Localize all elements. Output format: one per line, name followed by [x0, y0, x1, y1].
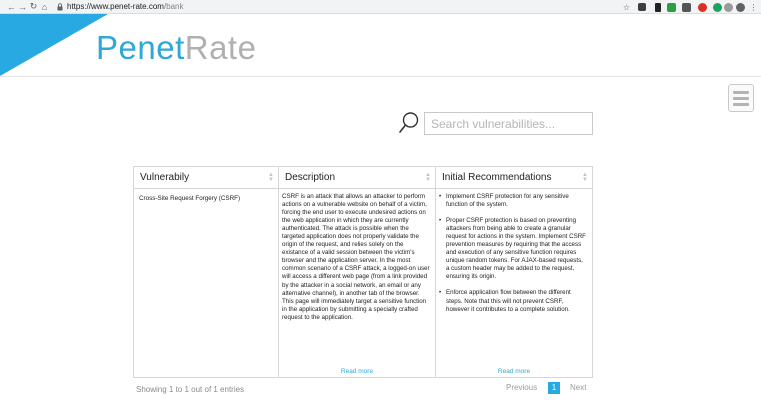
recommendation-item: Enforce application flow between the dif… — [439, 289, 588, 313]
table-header: Vulnerabily ▲ ▼ Description ▲ ▼ Initial Re… — [134, 167, 592, 189]
menu-bar — [733, 102, 749, 106]
vulnerability-cell: Cross-Site Request Forgery (CSRF) — [134, 189, 279, 377]
recommendations-cell: Implement CSRF protection for any sensit… — [436, 189, 592, 377]
logo-part-rate: Rate — [184, 29, 257, 66]
sort-icon: ▲ ▼ — [425, 172, 431, 183]
sort-icon: ▲ ▼ — [582, 172, 588, 183]
extension-icon[interactable] — [666, 1, 677, 13]
table-row: Cross-Site Request Forgery (CSRF) CSRF i… — [134, 189, 592, 377]
menu-bar — [733, 90, 749, 94]
sort-icon: ▲ ▼ — [268, 172, 274, 183]
column-header-label: Initial Recommendations — [442, 172, 552, 183]
table-info: Showing 1 to 1 out of 1 entries — [136, 385, 245, 394]
search-input[interactable] — [424, 112, 593, 135]
extension-icon[interactable] — [652, 1, 663, 13]
extension-icon[interactable] — [636, 1, 647, 13]
star-icon[interactable]: ☆ — [621, 1, 632, 13]
search-icon[interactable] — [398, 111, 420, 135]
back-icon[interactable]: ← — [6, 1, 17, 13]
extension-icon[interactable] — [697, 1, 708, 13]
extension-icon[interactable] — [681, 1, 692, 13]
column-header-vulnerability[interactable]: Vulnerabily ▲ ▼ — [134, 167, 279, 188]
address-bar[interactable]: https://www.penet-rate.com/bank — [67, 2, 184, 11]
extension-icon[interactable] — [723, 1, 734, 13]
read-more-link[interactable]: Read more — [436, 368, 592, 375]
pagination-page-current[interactable]: 1 — [548, 382, 560, 394]
header-divider — [0, 76, 761, 77]
recommendations-list: Implement CSRF protection for any sensit… — [436, 189, 592, 314]
extension-icon[interactable] — [712, 1, 723, 13]
column-header-label: Description — [285, 172, 336, 183]
brand-corner-triangle — [0, 14, 108, 76]
description-text: CSRF is an attack that allows an attacke… — [282, 193, 430, 321]
column-header-recommendations[interactable]: Initial Recommendations ▲ ▼ — [436, 167, 592, 188]
recommendation-item: Proper CSRF protection is based on preve… — [439, 217, 588, 281]
recommendation-item: Implement CSRF protection for any sensit… — [439, 193, 588, 209]
column-header-description[interactable]: Description ▲ ▼ — [279, 167, 436, 188]
reload-icon[interactable]: ↻ — [28, 1, 39, 13]
profile-icon[interactable] — [735, 1, 746, 13]
forward-icon[interactable]: → — [17, 1, 28, 13]
url-host: https://www.penet-rate.com — [67, 2, 164, 11]
more-icon[interactable]: ⋮ — [748, 1, 759, 13]
vulnerability-name: Cross-Site Request Forgery (CSRF) — [139, 195, 241, 202]
pagination-previous[interactable]: Previous — [506, 383, 537, 392]
browser-toolbar: ← → ↻ ⌂ https://www.penet-rate.com/bank … — [0, 0, 761, 14]
menu-bar — [733, 96, 749, 100]
url-path: /bank — [163, 2, 184, 11]
home-icon[interactable]: ⌂ — [39, 1, 50, 13]
pagination-next[interactable]: Next — [570, 383, 586, 392]
lock-icon[interactable] — [56, 1, 64, 13]
hamburger-menu-button[interactable] — [728, 84, 754, 112]
read-more-link[interactable]: Read more — [279, 368, 435, 375]
site-logo[interactable]: PenetRate — [96, 28, 256, 68]
logo-part-penet: Penet — [96, 29, 185, 66]
vulnerabilities-table: Vulnerabily ▲ ▼ Description ▲ ▼ Initial Re… — [133, 166, 593, 378]
description-cell: CSRF is an attack that allows an attacke… — [279, 189, 436, 377]
column-header-label: Vulnerabily — [140, 172, 190, 183]
